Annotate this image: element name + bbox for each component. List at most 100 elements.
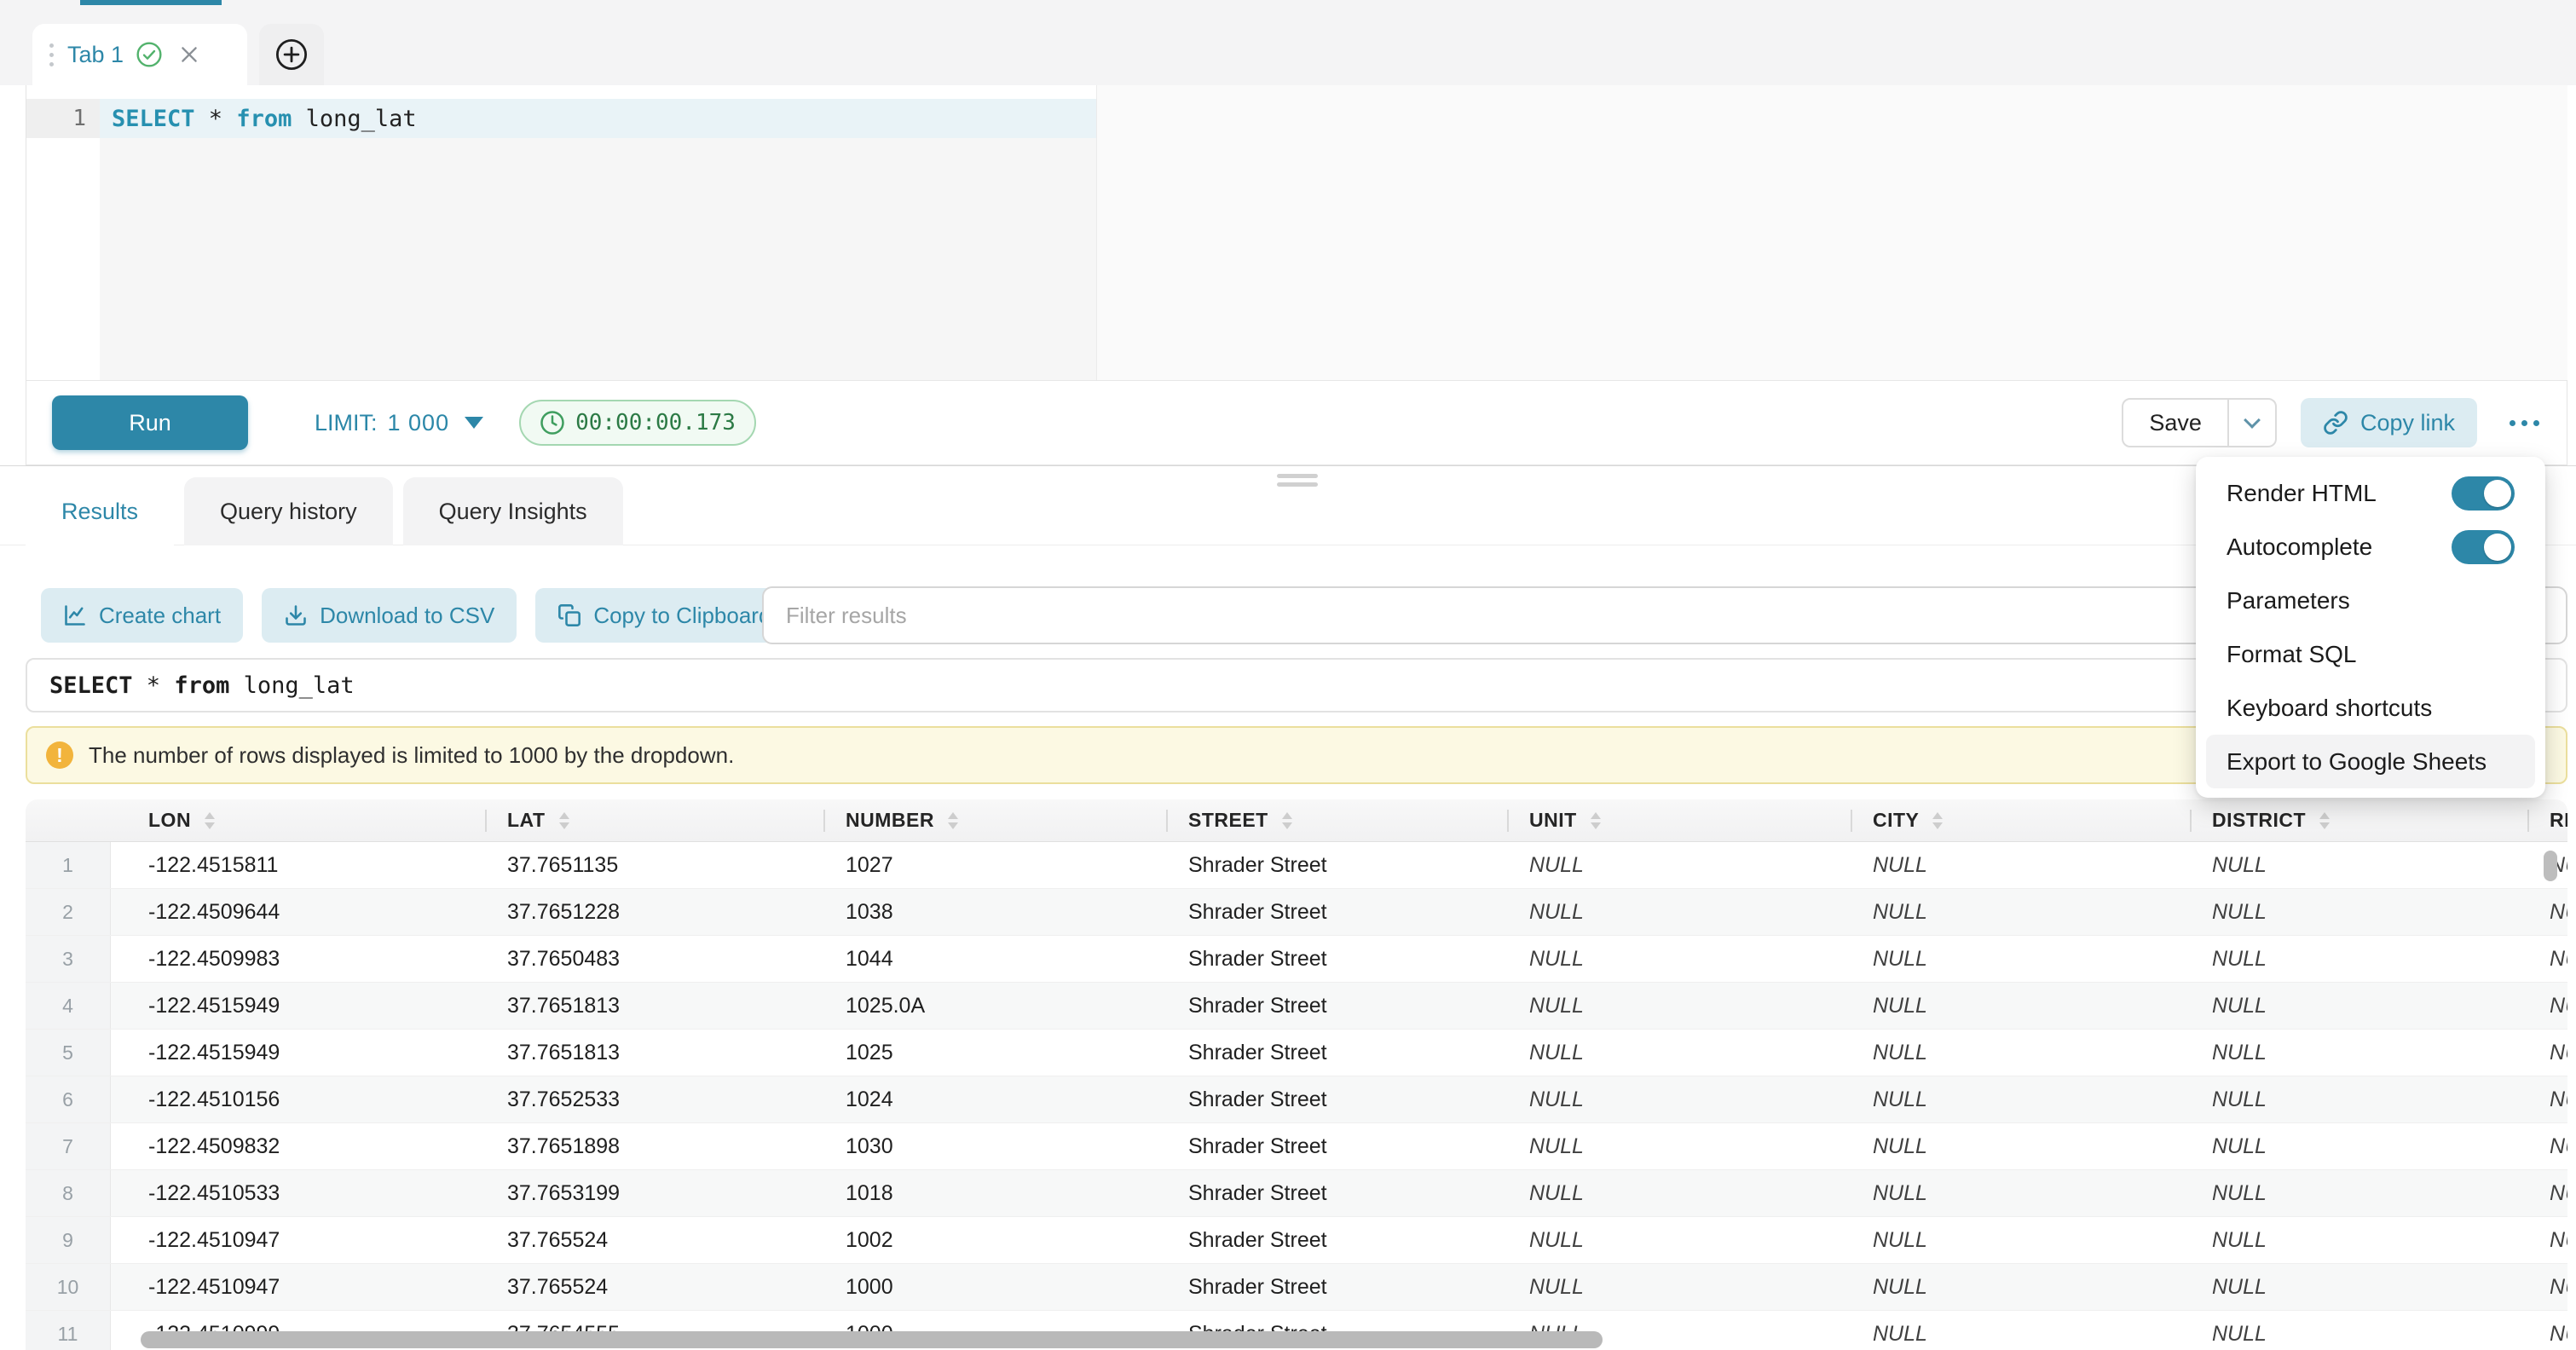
chevron-down-icon bbox=[2244, 412, 2261, 429]
table-cell: 37.7653199 bbox=[470, 1170, 808, 1216]
sql-operator: * bbox=[133, 672, 175, 699]
table-row[interactable]: 9-122.451094737.7655241002Shrader Street… bbox=[26, 1217, 2567, 1264]
table-cell: Shrader Street bbox=[1151, 983, 1492, 1029]
editor-empty-area bbox=[100, 138, 1096, 380]
tab-query-insights[interactable]: Query Insights bbox=[403, 477, 623, 545]
column-header-re[interactable]: RE bbox=[2512, 799, 2567, 841]
column-header-unit[interactable]: UNIT bbox=[1492, 799, 1835, 841]
table-cell: NULL bbox=[1835, 936, 2175, 982]
active-tab-indicator bbox=[80, 0, 222, 5]
table-row[interactable]: 1-122.451581137.76511351027Shrader Stree… bbox=[26, 842, 2567, 889]
table-row[interactable]: 3-122.450998337.76504831044Shrader Stree… bbox=[26, 936, 2567, 983]
drag-handle-icon[interactable] bbox=[49, 43, 54, 66]
sort-icon[interactable] bbox=[1932, 812, 1943, 829]
table-cell: -122.4509983 bbox=[111, 936, 470, 982]
column-label: UNIT bbox=[1529, 809, 1577, 832]
new-tab-button[interactable] bbox=[259, 24, 324, 85]
column-header-district[interactable]: DISTRICT bbox=[2175, 799, 2512, 841]
table-cell: NULL bbox=[2512, 1264, 2567, 1310]
sort-icon[interactable] bbox=[2319, 812, 2330, 829]
column-header-number[interactable]: NUMBER bbox=[808, 799, 1151, 841]
menu-item-render-html[interactable]: Render HTML bbox=[2206, 466, 2535, 520]
results-toolbar: Create chart Download to CSV Copy to Cli… bbox=[41, 588, 793, 643]
table-row[interactable]: 2-122.450964437.76512281038Shrader Stree… bbox=[26, 889, 2567, 936]
column-header-lat[interactable]: LAT bbox=[470, 799, 808, 841]
run-button[interactable]: Run bbox=[52, 395, 248, 450]
close-tab-icon[interactable] bbox=[178, 43, 200, 66]
sort-icon[interactable] bbox=[205, 812, 215, 829]
menu-item-autocomplete[interactable]: Autocomplete bbox=[2206, 520, 2535, 574]
menu-item-label: Export to Google Sheets bbox=[2227, 748, 2486, 776]
column-label: LAT bbox=[507, 809, 546, 832]
table-cell: NULL bbox=[1835, 983, 2175, 1029]
table-cell: NULL bbox=[1492, 842, 1835, 888]
column-header-street[interactable]: STREET bbox=[1151, 799, 1492, 841]
table-row[interactable]: 5-122.451594937.76518131025Shrader Stree… bbox=[26, 1030, 2567, 1076]
menu-item-export-to-google-sheets[interactable]: Export to Google Sheets bbox=[2206, 735, 2535, 788]
copy-link-button[interactable]: Copy link bbox=[2301, 398, 2477, 447]
query-tab-1[interactable]: Tab 1 bbox=[32, 24, 247, 85]
table-cell: -122.4510947 bbox=[111, 1264, 470, 1310]
table-row[interactable]: 10-122.451094737.7655241000Shrader Stree… bbox=[26, 1264, 2567, 1311]
table-cell: 37.765524 bbox=[470, 1264, 808, 1310]
save-button[interactable]: Save bbox=[2123, 400, 2227, 446]
row-number: 10 bbox=[26, 1264, 111, 1310]
sort-icon[interactable] bbox=[1591, 812, 1601, 829]
link-icon bbox=[2323, 410, 2348, 436]
table-cell: 1038 bbox=[808, 889, 1151, 935]
copy-clipboard-label: Copy to Clipboard bbox=[593, 603, 771, 629]
table-cell: 1025 bbox=[808, 1030, 1151, 1076]
sql-code-line[interactable]: SELECT * from long_lat bbox=[100, 99, 1096, 138]
table-cell: -122.4510533 bbox=[111, 1170, 470, 1216]
table-cell: NULL bbox=[2175, 983, 2512, 1029]
table-cell: NULL bbox=[1835, 1170, 2175, 1216]
toggle-switch[interactable] bbox=[2452, 530, 2515, 564]
menu-item-parameters[interactable]: Parameters bbox=[2206, 574, 2535, 627]
sort-icon[interactable] bbox=[948, 812, 958, 829]
create-chart-button[interactable]: Create chart bbox=[41, 588, 243, 643]
copy-link-label: Copy link bbox=[2360, 410, 2455, 436]
table-cell: Shrader Street bbox=[1151, 1076, 1492, 1122]
table-row[interactable]: 4-122.451594937.76518131025.0AShrader St… bbox=[26, 983, 2567, 1030]
query-timer-badge: 00:00:00.173 bbox=[519, 400, 756, 446]
resize-handle[interactable] bbox=[1277, 474, 1318, 487]
table-cell: NULL bbox=[1835, 842, 2175, 888]
table-cell: NULL bbox=[2175, 1217, 2512, 1263]
table-cell: NULL bbox=[2175, 1170, 2512, 1216]
limit-dropdown[interactable]: LIMIT: 1 000 bbox=[315, 410, 483, 436]
sort-icon[interactable] bbox=[559, 812, 569, 829]
column-header-lon[interactable]: LON bbox=[111, 799, 470, 841]
sql-editor[interactable]: 1 SELECT * from long_lat Run LIMIT: 1 00… bbox=[26, 85, 2567, 465]
sort-icon[interactable] bbox=[1282, 812, 1292, 829]
save-options-button[interactable] bbox=[2227, 400, 2275, 446]
table-cell: -122.4510947 bbox=[111, 1217, 470, 1263]
table-cell: 37.7652533 bbox=[470, 1076, 808, 1122]
row-number: 5 bbox=[26, 1030, 111, 1076]
table-cell: 37.7651228 bbox=[470, 889, 808, 935]
table-cell: NULL bbox=[2175, 842, 2512, 888]
menu-item-label: Autocomplete bbox=[2227, 534, 2372, 561]
table-row[interactable]: 8-122.451053337.76531991018Shrader Stree… bbox=[26, 1170, 2567, 1217]
tab-query-history[interactable]: Query history bbox=[184, 477, 393, 545]
sql-keyword: SELECT bbox=[49, 672, 133, 699]
horizontal-scrollbar[interactable] bbox=[141, 1331, 1603, 1348]
plus-circle-icon bbox=[274, 37, 309, 72]
menu-item-keyboard-shortcuts[interactable]: Keyboard shortcuts bbox=[2206, 681, 2535, 735]
table-cell: NULL bbox=[1835, 1123, 2175, 1169]
column-header-city[interactable]: CITY bbox=[1835, 799, 2175, 841]
table-row[interactable]: 6-122.451015637.76525331024Shrader Stree… bbox=[26, 1076, 2567, 1123]
sql-keyword: from bbox=[174, 672, 229, 699]
menu-item-format-sql[interactable]: Format SQL bbox=[2206, 627, 2535, 681]
row-limit-warning: ! The number of rows displayed is limite… bbox=[26, 726, 2567, 784]
table-cell: 1044 bbox=[808, 936, 1151, 982]
copy-clipboard-button[interactable]: Copy to Clipboard bbox=[535, 588, 793, 643]
more-options-button[interactable] bbox=[2506, 412, 2543, 435]
toggle-switch[interactable] bbox=[2452, 476, 2515, 511]
tab-results[interactable]: Results bbox=[26, 477, 174, 546]
vertical-scrollbar[interactable] bbox=[2544, 851, 2557, 881]
table-cell: NULL bbox=[1492, 983, 1835, 1029]
download-csv-button[interactable]: Download to CSV bbox=[262, 588, 517, 643]
table-row[interactable]: 7-122.450983237.76518981030Shrader Stree… bbox=[26, 1123, 2567, 1170]
table-cell: NULL bbox=[2512, 842, 2567, 888]
table-body: 1-122.451581137.76511351027Shrader Stree… bbox=[26, 842, 2567, 1350]
